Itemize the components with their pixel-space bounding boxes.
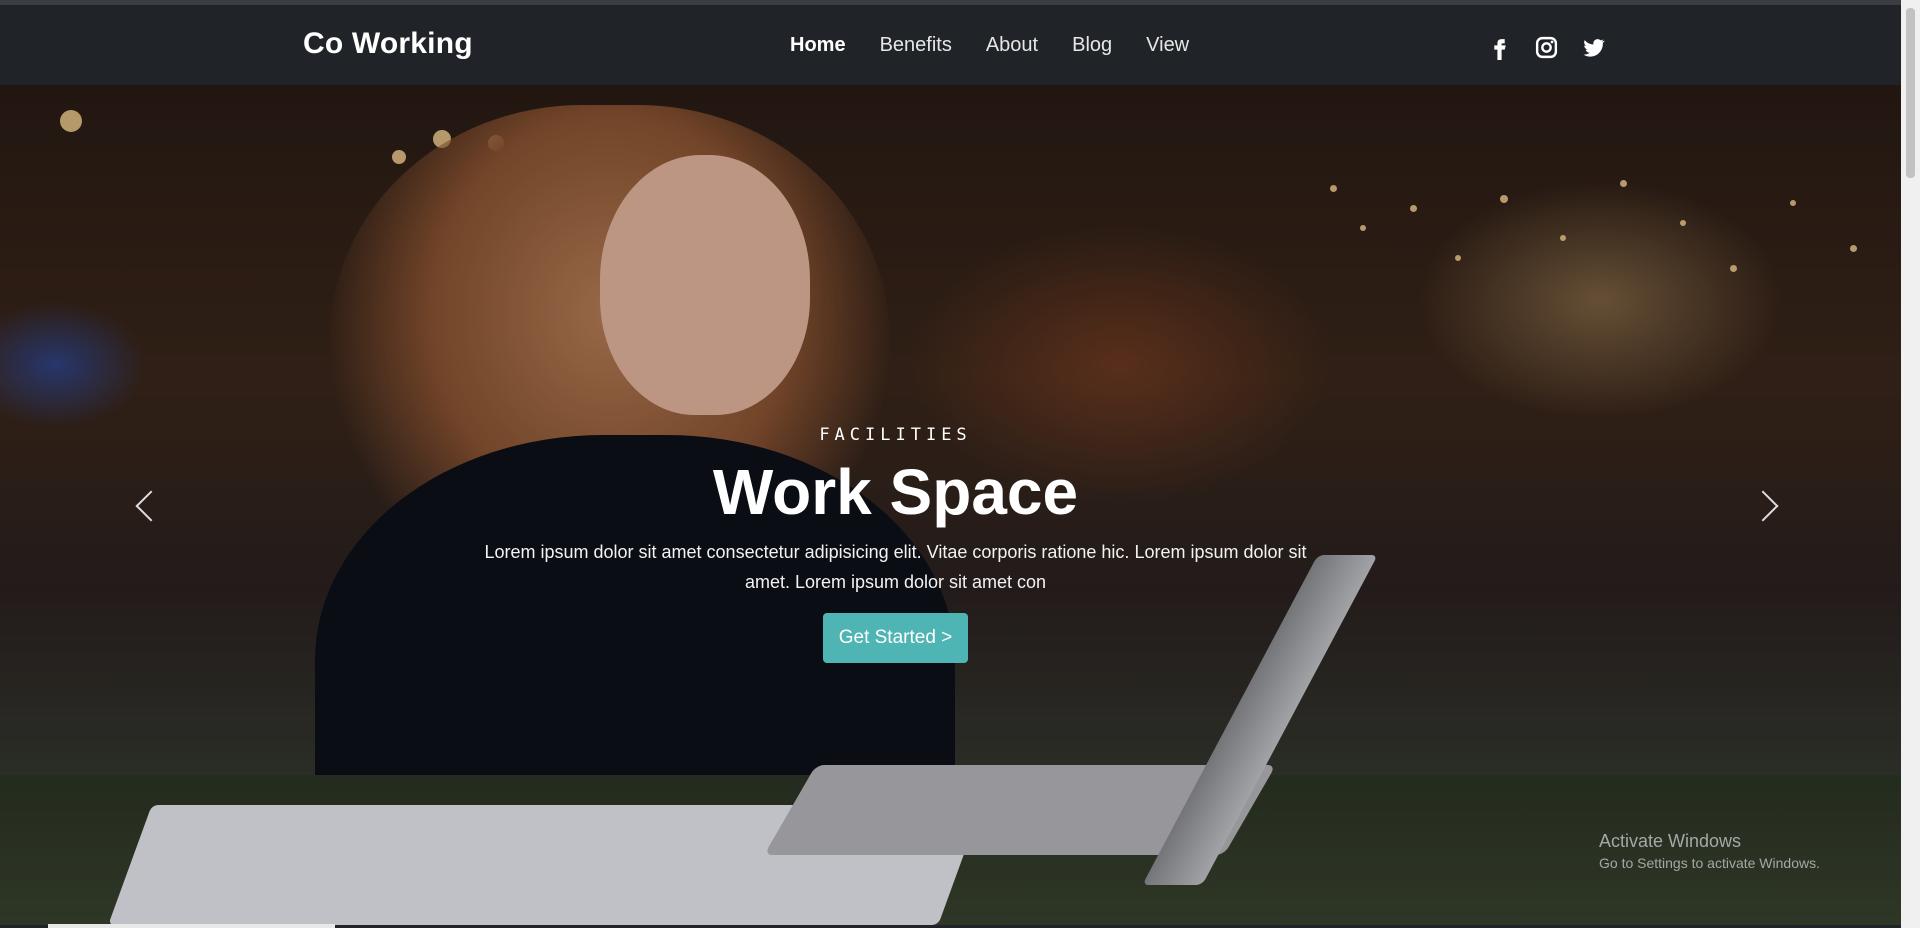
- scrollbar-thumb[interactable]: [1906, 8, 1915, 178]
- get-started-button[interactable]: Get Started >: [822, 613, 969, 663]
- nav-links: Home Benefits About Blog View: [790, 34, 1223, 57]
- hero-carousel: FACILITIES Work Space Lorem ipsum dolor …: [0, 85, 1901, 925]
- nav-link-blog[interactable]: Blog: [1072, 34, 1112, 57]
- nav-link-about[interactable]: About: [986, 34, 1038, 57]
- instagram-icon[interactable]: [1534, 35, 1559, 60]
- facebook-icon[interactable]: [1487, 35, 1512, 60]
- hero-eyebrow: FACILITIES: [819, 425, 972, 445]
- brand-logo[interactable]: Co Working: [303, 27, 473, 61]
- hero-title: Work Space: [712, 456, 1079, 528]
- watermark-title: Activate Windows: [1599, 831, 1742, 851]
- nav-link-benefits[interactable]: Benefits: [880, 34, 952, 57]
- page-scrollbar[interactable]: [1901, 0, 1920, 928]
- hero-caption: FACILITIES Work Space Lorem ipsum dolor …: [0, 425, 1791, 663]
- watermark-subtitle: Go to Settings to activate Windows.: [1599, 855, 1820, 871]
- social-links: [1487, 35, 1606, 60]
- nav-link-view[interactable]: View: [1146, 34, 1189, 57]
- top-navbar: Co Working Home Benefits About Blog View: [0, 5, 1901, 85]
- next-section-peek: [48, 924, 335, 928]
- nav-link-home[interactable]: Home: [790, 34, 846, 57]
- twitter-icon[interactable]: [1581, 35, 1606, 60]
- windows-activation-watermark: Activate Windows Go to Settings to activ…: [1599, 831, 1820, 871]
- hero-description: Lorem ipsum dolor sit amet consectetur a…: [484, 542, 1307, 592]
